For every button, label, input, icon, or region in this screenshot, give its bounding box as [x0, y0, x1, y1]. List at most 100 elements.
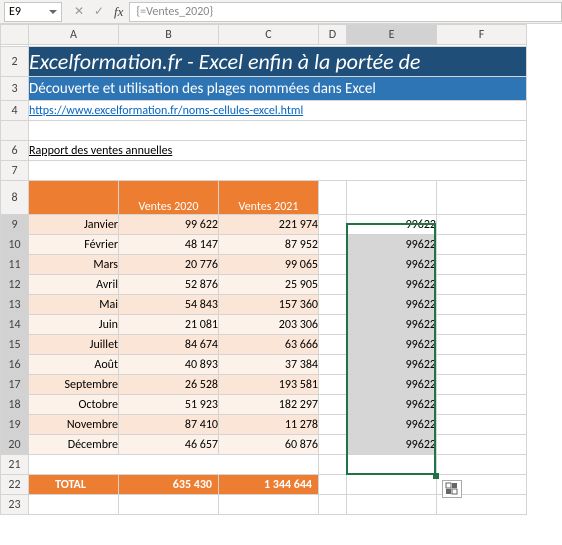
- row-header[interactable]: 17: [1, 375, 29, 395]
- row-header[interactable]: 19: [1, 415, 29, 435]
- table-row: 11Mars20 77699 065 99622: [1, 255, 527, 275]
- url-link[interactable]: https://www.excelformation.fr/noms-cellu…: [29, 101, 527, 121]
- spill-cell[interactable]: 99622: [347, 255, 437, 275]
- value-2020[interactable]: 54 843: [119, 295, 219, 315]
- col-header[interactable]: A: [29, 25, 119, 45]
- row-header[interactable]: 22: [1, 475, 29, 495]
- fill-handle[interactable]: [433, 473, 439, 479]
- month-cell[interactable]: Avril: [29, 275, 119, 295]
- row-header[interactable]: 3: [1, 77, 29, 101]
- table-row: 13Mai54 843157 360 99622: [1, 295, 527, 315]
- month-cell[interactable]: Mars: [29, 255, 119, 275]
- row-header[interactable]: 6: [1, 141, 29, 161]
- row-header[interactable]: [1, 121, 29, 141]
- month-cell[interactable]: Juillet: [29, 335, 119, 355]
- row-header[interactable]: 2: [1, 47, 29, 77]
- value-2020[interactable]: 48 147: [119, 235, 219, 255]
- name-box[interactable]: E9: [4, 2, 62, 22]
- col-header[interactable]: C: [219, 25, 319, 45]
- page-title: Excelformation.fr - Excel enfin à la por…: [29, 47, 527, 77]
- col-header[interactable]: B: [119, 25, 219, 45]
- table-row: 19Novembre87 41011 278 99622: [1, 415, 527, 435]
- row-header[interactable]: 13: [1, 295, 29, 315]
- spill-cell[interactable]: 99622: [347, 235, 437, 255]
- value-2020[interactable]: 26 528: [119, 375, 219, 395]
- value-2021[interactable]: 60 876: [219, 435, 319, 455]
- table-header: Ventes 2021: [219, 181, 319, 215]
- row-header[interactable]: 14: [1, 315, 29, 335]
- spill-cell[interactable]: 99622: [347, 355, 437, 375]
- row-header[interactable]: 8: [1, 181, 29, 215]
- row-header[interactable]: 12: [1, 275, 29, 295]
- fx-icon[interactable]: fx: [112, 4, 129, 20]
- value-2020[interactable]: 20 776: [119, 255, 219, 275]
- value-2020[interactable]: 52 876: [119, 275, 219, 295]
- report-title: Rapport des ventes annuelles: [29, 141, 527, 161]
- month-cell[interactable]: Septembre: [29, 375, 119, 395]
- col-header[interactable]: E: [347, 25, 437, 45]
- month-cell[interactable]: Janvier: [29, 215, 119, 235]
- spill-cell[interactable]: 99622: [347, 415, 437, 435]
- month-cell[interactable]: Novembre: [29, 415, 119, 435]
- value-2021[interactable]: 87 952: [219, 235, 319, 255]
- row-header[interactable]: 21: [1, 455, 29, 475]
- value-2021[interactable]: 203 306: [219, 315, 319, 335]
- spill-cell[interactable]: 99622: [347, 335, 437, 355]
- spill-cell[interactable]: 99622: [347, 435, 437, 455]
- name-box-value: E9: [9, 5, 49, 19]
- row-header[interactable]: 11: [1, 255, 29, 275]
- table-row: 20Décembre46 65760 876 99622: [1, 435, 527, 455]
- value-2020[interactable]: 84 674: [119, 335, 219, 355]
- value-2020[interactable]: 40 893: [119, 355, 219, 375]
- select-all-corner[interactable]: [1, 25, 29, 45]
- value-2020[interactable]: 46 657: [119, 435, 219, 455]
- spill-cell[interactable]: 99622: [347, 275, 437, 295]
- value-2021[interactable]: 11 278: [219, 415, 319, 435]
- value-2021[interactable]: 157 360: [219, 295, 319, 315]
- spill-cell[interactable]: 99622: [347, 295, 437, 315]
- spill-cell[interactable]: 99622: [347, 215, 437, 235]
- formula-bar[interactable]: {=Ventes_2020}: [129, 2, 562, 22]
- value-2020[interactable]: 21 081: [119, 315, 219, 335]
- column-headers: A B C D E F: [1, 25, 527, 45]
- enter-icon[interactable]: ✓: [92, 4, 106, 19]
- month-cell[interactable]: Juin: [29, 315, 119, 335]
- value-2021[interactable]: 182 297: [219, 395, 319, 415]
- value-2020[interactable]: 87 410: [119, 415, 219, 435]
- row-header[interactable]: 9: [1, 215, 29, 235]
- value-2021[interactable]: 193 581: [219, 375, 319, 395]
- value-2020[interactable]: 99 622: [119, 215, 219, 235]
- row-header[interactable]: 4: [1, 101, 29, 121]
- row-header[interactable]: 18: [1, 395, 29, 415]
- table-row: 14Juin21 081203 306 99622: [1, 315, 527, 335]
- row-header[interactable]: 7: [1, 161, 29, 181]
- col-header[interactable]: F: [437, 25, 527, 45]
- subtitle: Découverte et utilisation des plages nom…: [29, 77, 527, 101]
- spill-cell[interactable]: 99622: [347, 375, 437, 395]
- value-2021[interactable]: 63 666: [219, 335, 319, 355]
- value-2021[interactable]: 221 974: [219, 215, 319, 235]
- cancel-icon[interactable]: ✕: [72, 4, 86, 19]
- value-2020[interactable]: 51 923: [119, 395, 219, 415]
- spill-cell[interactable]: 99622: [347, 395, 437, 415]
- total-2021: 1 344 644: [219, 475, 319, 495]
- row-header[interactable]: 15: [1, 335, 29, 355]
- month-cell[interactable]: Mai: [29, 295, 119, 315]
- table-row: 12Avril52 87625 905 99622: [1, 275, 527, 295]
- month-cell[interactable]: Février: [29, 235, 119, 255]
- month-cell[interactable]: Décembre: [29, 435, 119, 455]
- autofill-options-icon[interactable]: [442, 480, 462, 498]
- spill-cell[interactable]: 99622: [347, 315, 437, 335]
- month-cell[interactable]: Août: [29, 355, 119, 375]
- month-cell[interactable]: Octobre: [29, 395, 119, 415]
- row-header[interactable]: 23: [1, 495, 29, 515]
- row-header[interactable]: 10: [1, 235, 29, 255]
- row-header[interactable]: 16: [1, 355, 29, 375]
- value-2021[interactable]: 99 065: [219, 255, 319, 275]
- grid[interactable]: A B C D E F 2 Excelformation.fr - Excel …: [0, 24, 527, 515]
- value-2021[interactable]: 25 905: [219, 275, 319, 295]
- value-2021[interactable]: 37 384: [219, 355, 319, 375]
- chevron-down-icon[interactable]: [49, 10, 57, 14]
- col-header[interactable]: D: [319, 25, 347, 45]
- row-header[interactable]: 20: [1, 435, 29, 455]
